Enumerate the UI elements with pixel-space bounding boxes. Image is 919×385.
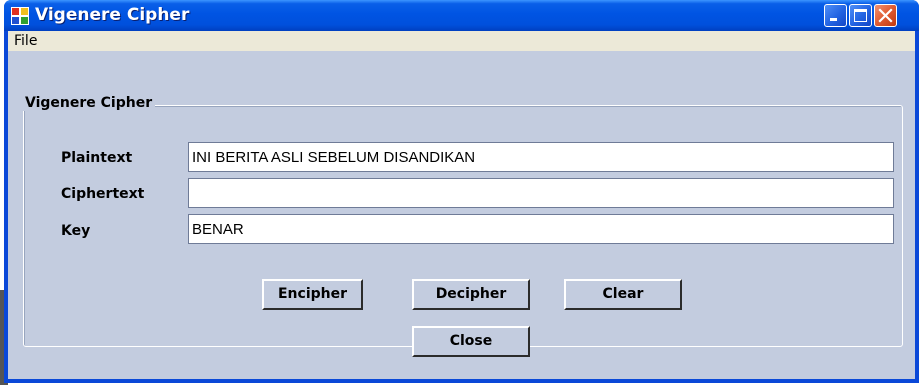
maximize-button[interactable]	[849, 4, 872, 27]
minimize-icon	[830, 18, 837, 21]
client-area: Vigenere Cipher Plaintext Ciphertext Key…	[8, 51, 915, 379]
window-title: Vigenere Cipher	[35, 5, 190, 25]
encipher-button[interactable]: Encipher	[262, 279, 363, 310]
ciphertext-label: Ciphertext	[61, 186, 145, 202]
key-input[interactable]	[188, 214, 894, 244]
decipher-button[interactable]: Decipher	[412, 279, 530, 310]
title-bar[interactable]: Vigenere Cipher	[4, 0, 919, 31]
menu-bar: File	[8, 31, 915, 51]
app-window-icon	[11, 7, 29, 25]
groupbox-title: Vigenere Cipher	[22, 95, 156, 111]
clear-button[interactable]: Clear	[564, 279, 682, 310]
close-window-button[interactable]	[874, 4, 897, 27]
app-window: Vigenere Cipher File Vigenere Cipher Pla…	[4, 0, 919, 383]
close-button[interactable]: Close	[412, 326, 530, 357]
menu-item-file[interactable]: File	[14, 33, 37, 49]
minimize-button[interactable]	[824, 4, 847, 27]
ciphertext-input[interactable]	[188, 178, 894, 208]
plaintext-input[interactable]	[188, 142, 894, 172]
key-label: Key	[61, 223, 91, 239]
maximize-icon	[854, 9, 867, 22]
close-icon	[878, 8, 893, 23]
plaintext-label: Plaintext	[61, 150, 133, 166]
